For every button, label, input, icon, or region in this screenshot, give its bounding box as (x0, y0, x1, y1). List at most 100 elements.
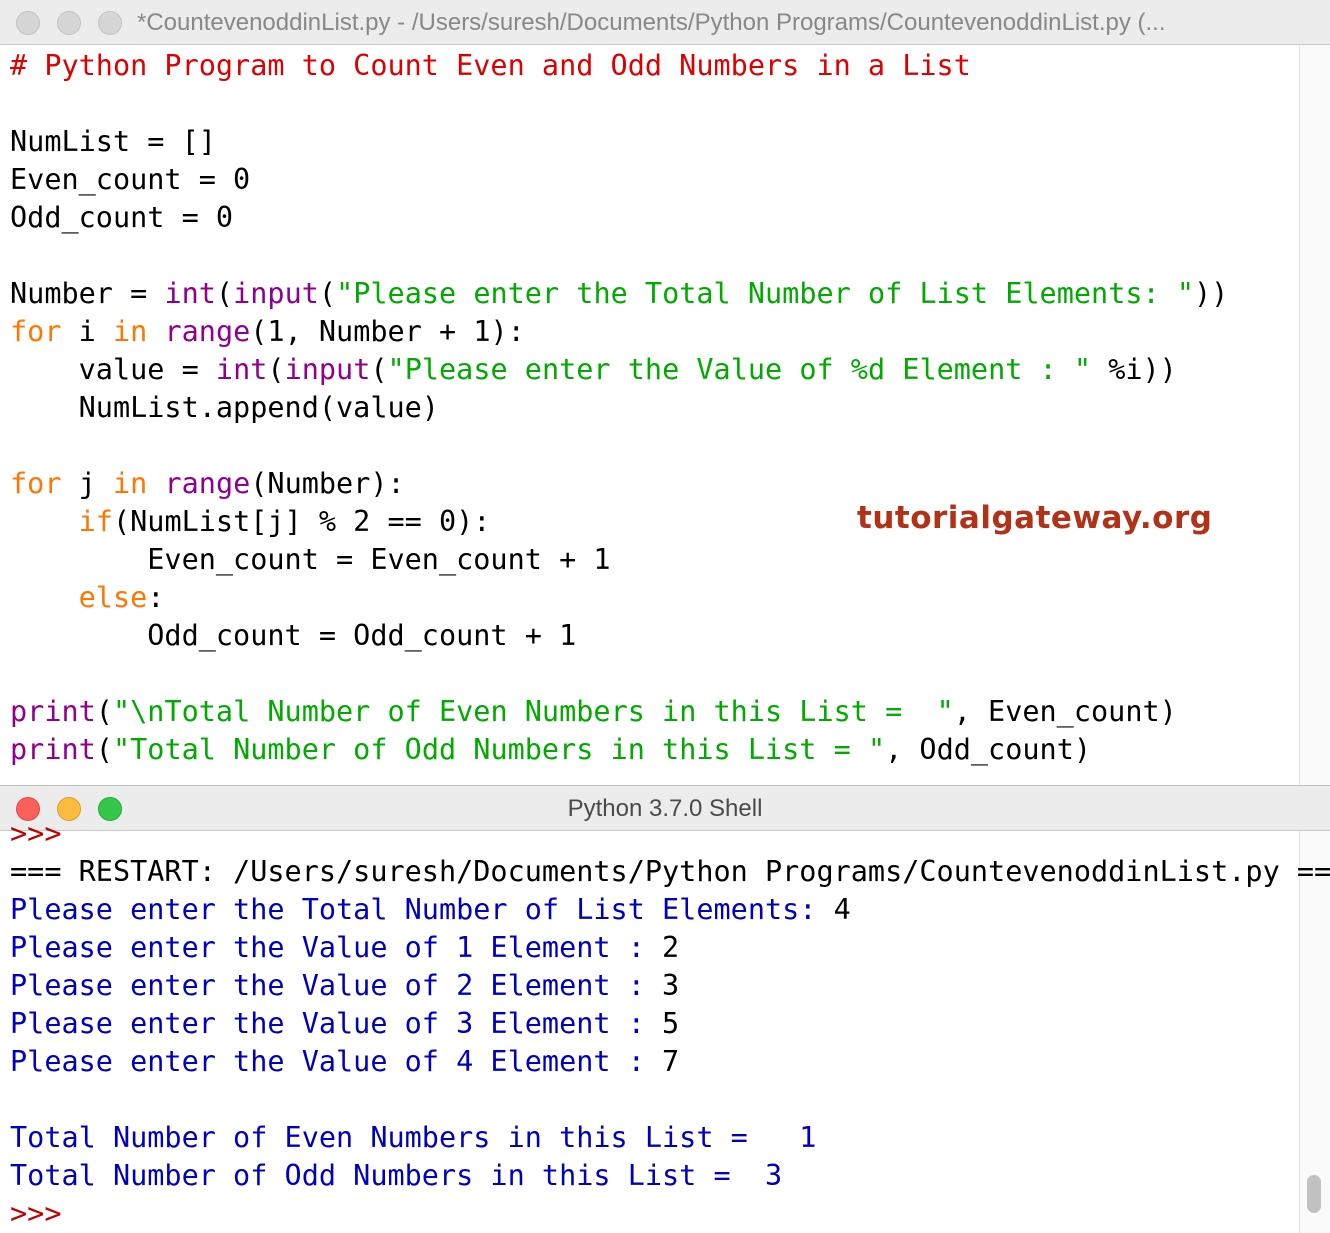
shell-line-token: Total Number of Even Numbers in this Lis… (10, 1121, 817, 1154)
code-line-token: Even_count = Even_count + 1 (10, 543, 611, 576)
code-line-token: (1, Number + 1): (250, 315, 525, 348)
shell-line-token: >>> (10, 817, 62, 850)
code-line-token: ( (267, 353, 285, 386)
code-line: Even_count = Even_count + 1 (10, 541, 1228, 579)
shell-line: Please enter the Total Number of List El… (10, 891, 1330, 929)
shell-output-area[interactable]: >>> === RESTART: /Users/suresh/Documents/… (10, 815, 1330, 1233)
code-line-token: Number = (10, 277, 165, 310)
code-line-token (147, 467, 164, 500)
zoom-button[interactable] (98, 11, 122, 35)
code-line-token: )) (1194, 277, 1229, 310)
watermark-logo: tutorialgateway.org (857, 500, 1213, 536)
code-line-token: , Even_count) (953, 695, 1177, 728)
minimize-button[interactable] (57, 11, 81, 35)
shell-line-token: 2 (662, 931, 680, 964)
code-line-token: int (215, 353, 268, 386)
code-line-token: ( (215, 277, 234, 310)
code-line-token: if (78, 505, 113, 538)
code-line-token: "Please enter the Total Number of List E… (336, 277, 1194, 310)
code-line-token: print (10, 733, 96, 766)
code-line: # Python Program to Count Even and Odd N… (10, 47, 1228, 85)
code-line-token: for (10, 467, 62, 500)
code-line-token (10, 581, 79, 614)
code-line-token: (Number): (250, 467, 405, 500)
code-line-token: input (233, 277, 319, 310)
code-line-token: ( (318, 277, 337, 310)
code-line: print("\nTotal Number of Even Numbers in… (10, 693, 1228, 731)
shell-line-token: 5 (662, 1007, 680, 1040)
code-line: Odd_count = Odd_count + 1 (10, 617, 1228, 655)
close-button[interactable] (16, 11, 40, 35)
code-line-token: value = (10, 353, 216, 386)
shell-line-token: Please enter the Value of 4 Element : (10, 1045, 663, 1078)
code-line-token: print (10, 695, 96, 728)
code-line-token: range (164, 315, 251, 348)
code-line-token (10, 505, 79, 538)
code-line-token: # Python Program to Count Even and Odd N… (10, 49, 971, 82)
editor-scrollbar[interactable] (1299, 45, 1330, 785)
code-line-token: "Please enter the Value of %d Element : … (387, 353, 1092, 386)
code-line-token: i (61, 315, 113, 348)
code-line-token: Odd_count = Odd_count + 1 (10, 619, 577, 652)
code-line: for i in range(1, Number + 1): (10, 313, 1228, 351)
code-line: else: (10, 579, 1228, 617)
code-line-token: int (164, 277, 216, 310)
shell-line-token: Total Number of Odd Numbers in this List… (10, 1159, 783, 1192)
shell-line-token: 3 (662, 969, 680, 1002)
code-line: Even_count = 0 (10, 161, 1228, 199)
shell-line-token: Please enter the Total Number of List El… (10, 893, 834, 926)
shell-line-token: 7 (662, 1045, 680, 1078)
code-line-token: "\nTotal Number of Even Numbers in this … (112, 695, 954, 728)
shell-line-token: Please enter the Value of 3 Element : (10, 1007, 663, 1040)
code-line-token: (NumList[j] % 2 == 0): (112, 505, 491, 538)
shell-line: >>> (10, 815, 1330, 853)
code-line-token: input (284, 353, 371, 386)
shell-line-token: Please enter the Value of 1 Element : (10, 931, 663, 964)
shell-line: Total Number of Odd Numbers in this List… (10, 1157, 1330, 1195)
editor-title: *CountevenoddinList.py - /Users/suresh/D… (137, 9, 1166, 36)
shell-line: Total Number of Even Numbers in this Lis… (10, 1119, 1330, 1157)
shell-line-token: 4 (833, 893, 851, 926)
code-line: Number = int(input("Please enter the Tot… (10, 275, 1228, 313)
code-line: NumList.append(value) (10, 389, 1228, 427)
shell-line: Please enter the Value of 3 Element : 5 (10, 1005, 1330, 1043)
code-line-token: in (112, 467, 148, 500)
code-line: value = int(input("Please enter the Valu… (10, 351, 1228, 389)
code-line-token: range (164, 467, 251, 500)
code-line: for j in range(Number): (10, 465, 1228, 503)
code-line-token (147, 315, 164, 348)
code-line: Odd_count = 0 (10, 199, 1228, 237)
code-line-token: Odd_count = 0 (10, 201, 234, 234)
editor-code-area[interactable]: # Python Program to Count Even and Odd N… (10, 47, 1228, 769)
code-line-token: ( (370, 353, 388, 386)
code-line-token: NumList.append(value) (10, 391, 439, 424)
shell-line-token: Please enter the Value of 2 Element : (10, 969, 663, 1002)
code-line-token: NumList = [] (10, 125, 216, 158)
code-line-token: %i)) (1091, 353, 1177, 386)
code-line-token: else (78, 581, 148, 614)
code-line-token: for (10, 315, 62, 348)
code-line-token: j (61, 467, 113, 500)
code-line-token: in (112, 315, 148, 348)
editor-window: *CountevenoddinList.py - /Users/suresh/D… (0, 0, 1330, 785)
shell-line: Please enter the Value of 1 Element : 2 (10, 929, 1330, 967)
window-controls (16, 11, 122, 35)
shell-line-token: >>> (10, 1197, 62, 1230)
shell-line-token: === RESTART: /Users/suresh/Documents/Pyt… (10, 855, 1330, 888)
shell-line: === RESTART: /Users/suresh/Documents/Pyt… (10, 853, 1330, 891)
code-line: NumList = [] (10, 123, 1228, 161)
code-line-token: ( (95, 695, 113, 728)
editor-titlebar: *CountevenoddinList.py - /Users/suresh/D… (0, 0, 1330, 45)
code-line-token: ( (95, 733, 113, 766)
code-line-token: Even_count = 0 (10, 163, 251, 196)
shell-line: >>> (10, 1195, 1330, 1233)
shell-window: Python 3.7.0 Shell >>> === RESTART: /User… (0, 785, 1330, 1233)
code-line-token: , Odd_count) (885, 733, 1092, 766)
shell-line: Please enter the Value of 4 Element : 7 (10, 1043, 1330, 1081)
shell-line: Please enter the Value of 2 Element : 3 (10, 967, 1330, 1005)
code-line-token: : (147, 581, 165, 614)
